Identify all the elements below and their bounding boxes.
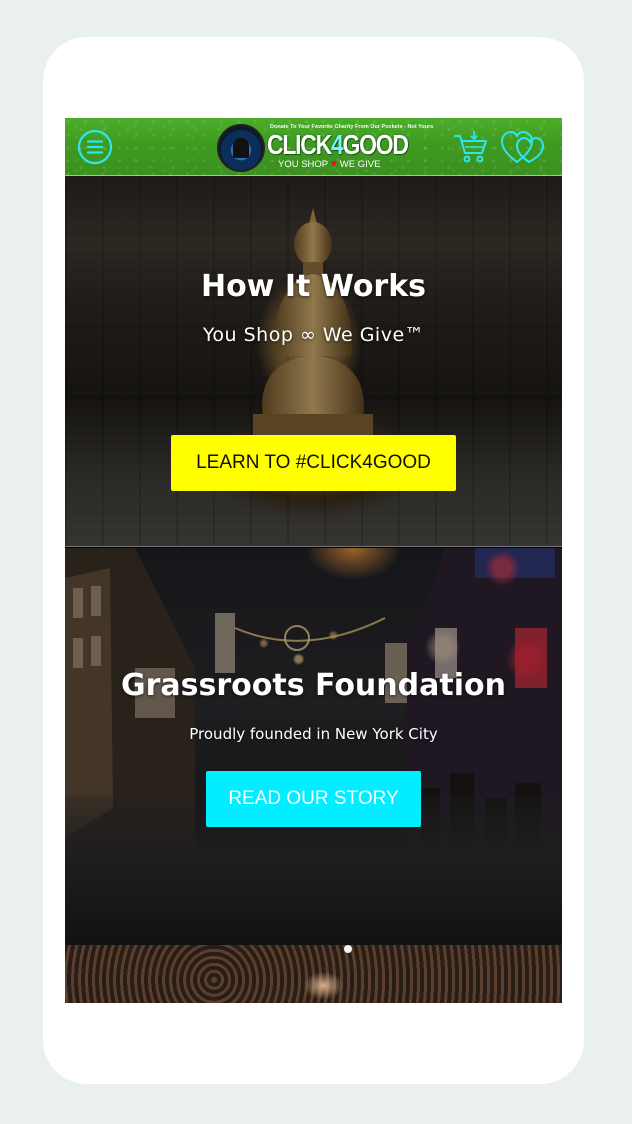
heart-icon: ♥ [330, 158, 338, 170]
slide-title: Grassroots Foundation [121, 668, 506, 703]
hearts-icon[interactable] [501, 129, 545, 165]
site-header: Donate To Your Favorite Charity From Our… [65, 118, 562, 176]
learn-more-button[interactable]: LEARN TO #CLICK4GOOD [171, 435, 456, 491]
logo-slogan-right: WE GIVE [339, 159, 381, 170]
slide-grassroots-foundation: Grassroots Foundation Proudly founded in… [65, 548, 562, 945]
slide-how-it-works: How It Works You Shop ∞ We Give™ LEARN T… [65, 176, 562, 547]
slide-crowd-partial [65, 945, 562, 1003]
slide-subtitle: You Shop ∞ We Give™ [202, 324, 425, 346]
menu-icon[interactable] [77, 129, 113, 165]
logo-word-good: GOOD [342, 129, 409, 160]
cart-icon[interactable] [452, 129, 490, 165]
logo-slogan-left: YOU SHOP [278, 159, 328, 170]
logo-badge-icon [217, 124, 265, 172]
logo-word-four: 4 [330, 129, 344, 160]
logo-wordmark: CLICK4GOOD [267, 129, 409, 161]
click4good-logo[interactable]: Donate To Your Favorite Charity From Our… [217, 122, 433, 172]
slide-title: How It Works [200, 269, 427, 304]
logo-word-click: CLICK [267, 129, 332, 160]
slide-subtitle: Proudly founded in New York City [189, 725, 438, 743]
app-screen: Donate To Your Favorite Charity From Our… [65, 118, 562, 1003]
logo-slogan: YOU SHOP ♥ WE GIVE [278, 158, 380, 170]
carousel-dot[interactable] [344, 945, 352, 953]
slide-overlay [65, 548, 562, 945]
read-our-story-button[interactable]: READ OUR STORY [206, 771, 421, 827]
